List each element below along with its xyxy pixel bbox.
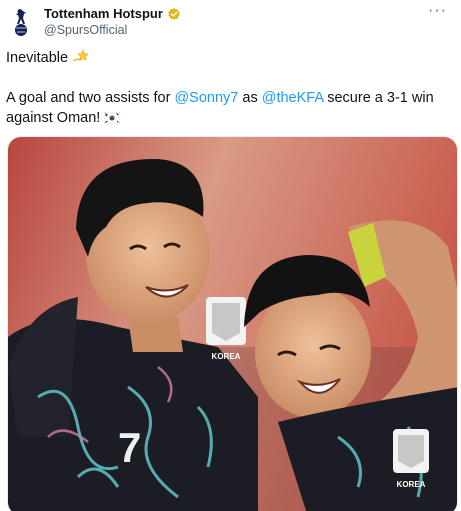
display-name[interactable]: Tottenham Hotspur (44, 6, 163, 21)
jersey-korea-right: KOREA (397, 480, 426, 489)
jersey-number-7: 7 (118, 424, 141, 471)
mention-thekfa-link[interactable]: @theKFA (262, 90, 323, 106)
tweet-media-photo[interactable]: 7 KOREA KOREA (7, 136, 458, 511)
account-handle[interactable]: @SpursOfficial (44, 23, 127, 37)
dizzy-star-emoji-icon (72, 48, 90, 70)
more-options-button[interactable]: ··· (428, 2, 447, 20)
tweet-title: Inevitable (6, 50, 69, 66)
jersey-korea-left: KOREA (212, 352, 241, 361)
tweet-body-text-1: A goal and two assists for (6, 90, 175, 106)
tottenham-crest-icon[interactable] (6, 6, 36, 38)
tweet-body-text-2: as (238, 90, 262, 106)
tweet-text-line2: A goal and two assists for @Sonny7 as @t… (6, 88, 458, 130)
tweet-text-line1: Inevitable (6, 48, 90, 70)
verified-badge-icon (167, 7, 181, 21)
mention-sonny7-link[interactable]: @Sonny7 (174, 90, 238, 106)
south-korea-flag-emoji-icon (104, 110, 121, 130)
tweet-header: Tottenham Hotspur @SpursOfficial ··· (0, 0, 461, 44)
